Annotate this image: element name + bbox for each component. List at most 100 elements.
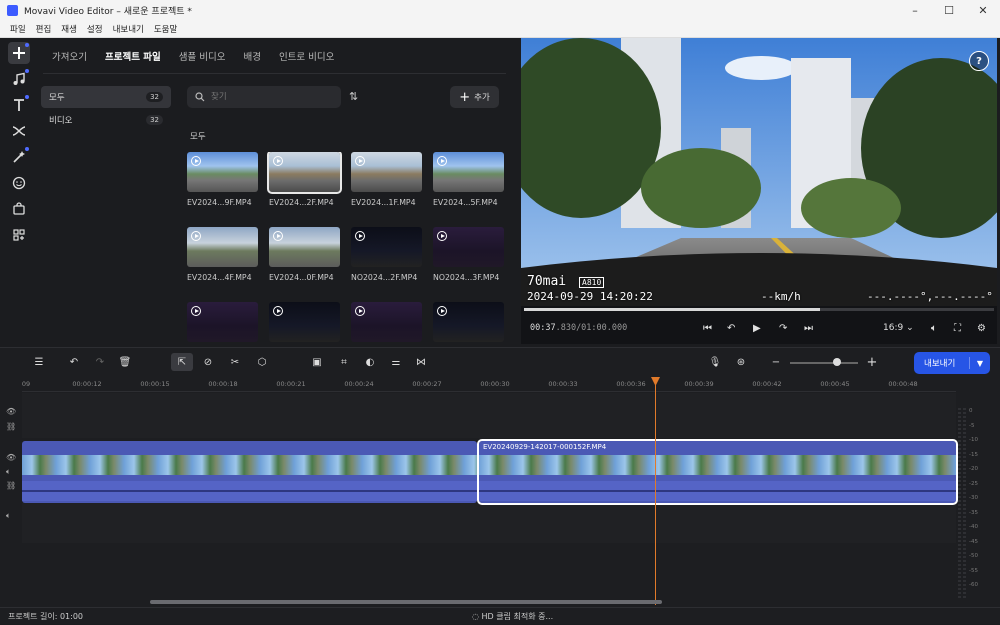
link-icon[interactable]: ⛓︎ xyxy=(6,481,16,490)
add-media-button[interactable]: + 추가 xyxy=(450,86,499,108)
thumbnail-image xyxy=(433,302,504,342)
media-panel: 가져오기 프로젝트 파일 샘플 비디오 배경 인트로 비디오 모두 32 비디오… xyxy=(38,38,516,344)
smiley-icon xyxy=(12,176,26,190)
titles-tool[interactable] xyxy=(8,94,30,116)
tab-project-files[interactable]: 프로젝트 파일 xyxy=(105,49,161,63)
menu-help[interactable]: 도움말 xyxy=(149,23,182,35)
media-thumbnail[interactable]: NO2024...3F.MP4 xyxy=(433,227,505,282)
tab-backgrounds[interactable]: 배경 xyxy=(243,49,260,63)
crop-icon[interactable]: ⌗ xyxy=(336,354,352,370)
thumbnail-image xyxy=(433,227,504,267)
volume-icon[interactable]: 🔈︎ xyxy=(931,323,937,334)
effects-tool[interactable] xyxy=(8,146,30,168)
transition-icon[interactable]: ⋈ xyxy=(413,354,429,370)
zoom-slider-handle[interactable] xyxy=(833,358,841,366)
media-thumbnail[interactable] xyxy=(269,302,341,344)
step-forward-icon[interactable]: ↷ xyxy=(779,323,787,334)
new-indicator xyxy=(25,147,29,151)
file-name: NO2024...3F.MP4 xyxy=(433,273,500,282)
file-name: EV2024...0F.MP4 xyxy=(269,273,334,282)
play-circle-icon xyxy=(191,306,201,316)
play-circle-icon xyxy=(355,306,365,316)
zoom-slider[interactable] xyxy=(790,362,858,364)
stickers-tool[interactable] xyxy=(8,172,30,194)
sort-icon[interactable]: ⇅ xyxy=(349,90,358,103)
media-thumbnail[interactable] xyxy=(351,302,423,344)
select-tool-icon[interactable]: ⇱ xyxy=(171,353,193,371)
video-preview[interactable]: ? 70mai A810 2024-09-29 14:20:22 --km/h … xyxy=(521,38,997,306)
search-input[interactable] xyxy=(211,92,331,102)
play-icon[interactable]: ▶ xyxy=(753,323,761,334)
media-thumbnail[interactable] xyxy=(433,302,505,344)
step-back-icon[interactable]: ↶ xyxy=(727,323,735,334)
plus-icon xyxy=(13,47,25,59)
minimize-button[interactable]: – xyxy=(898,0,932,21)
speaker-icon[interactable]: 🔈︎ xyxy=(6,467,11,477)
aspect-ratio-select[interactable]: 16:9 ⌄ xyxy=(883,323,914,333)
blade-tool-icon[interactable]: ⊘ xyxy=(200,354,216,370)
playback-progress[interactable] xyxy=(524,308,994,311)
undo-icon[interactable]: ↶ xyxy=(66,354,82,370)
media-grid: EV2024...9F.MP4 EV2024...2F.MP4 EV2024...1… xyxy=(187,152,517,344)
settings-gear-icon[interactable]: ⚙ xyxy=(977,323,986,334)
zoom-in-icon[interactable]: + xyxy=(864,354,880,370)
record-voice-icon[interactable]: 🎙︎ xyxy=(707,354,723,370)
help-button[interactable]: ? xyxy=(969,51,989,71)
equalizer-icon[interactable]: ⚌ xyxy=(388,354,404,370)
ruler-tick-label: 00:00:48 xyxy=(888,380,918,388)
tab-import[interactable]: 가져오기 xyxy=(52,49,87,63)
media-thumbnail[interactable]: EV2024...0F.MP4 xyxy=(269,227,341,282)
tab-intro-video[interactable]: 인트로 비디오 xyxy=(279,49,334,63)
redo-icon[interactable]: ↷ xyxy=(92,354,108,370)
time-ruler[interactable]: 09 00:00:12 00:00:15 00:00:18 00:00:21 00:00:… xyxy=(22,378,956,392)
media-thumbnail[interactable] xyxy=(187,302,259,344)
next-frame-icon[interactable]: ⏭ xyxy=(804,323,813,334)
menu-file[interactable]: 파일 xyxy=(5,23,31,35)
import-tool[interactable] xyxy=(8,42,30,64)
video-clip-2[interactable]: EV20240929-142017-000152F.MP4 xyxy=(477,439,958,505)
category-all[interactable]: 모두 32 xyxy=(41,86,171,108)
timeline-scrollbar[interactable] xyxy=(150,600,662,604)
video-clip-1[interactable] xyxy=(22,441,477,503)
maximize-button[interactable]: ☐ xyxy=(932,0,966,21)
export-button[interactable]: 내보내기 ▼ xyxy=(914,352,990,374)
delete-icon[interactable]: 🗑︎ xyxy=(117,354,133,370)
snap-icon[interactable]: ⊛ xyxy=(733,354,749,370)
playhead[interactable] xyxy=(655,377,656,605)
media-thumbnail[interactable]: EV2024...1F.MP4 xyxy=(351,152,423,207)
new-indicator xyxy=(25,43,29,47)
chevron-down-icon[interactable]: ▼ xyxy=(970,359,990,368)
add-track-icon[interactable]: ☰ xyxy=(31,354,47,370)
tab-sample-video[interactable]: 샘플 비디오 xyxy=(179,49,226,63)
previous-frame-icon[interactable]: ⏮ xyxy=(703,323,712,334)
captions-icon[interactable]: ▣ xyxy=(309,354,325,370)
media-thumbnail[interactable]: NO2024...2F.MP4 xyxy=(351,227,423,282)
media-thumbnail[interactable]: EV2024...5F.MP4 xyxy=(433,152,505,207)
search-box xyxy=(187,86,341,108)
zoom-out-icon[interactable]: − xyxy=(768,354,784,370)
menu-playback[interactable]: 재생 xyxy=(56,23,82,35)
color-adjust-icon[interactable]: ◐ xyxy=(362,354,378,370)
transitions-tool[interactable] xyxy=(8,120,30,142)
fullscreen-icon[interactable]: ⛶ xyxy=(954,323,961,334)
cut-icon[interactable]: ✂ xyxy=(227,354,243,370)
link-icon[interactable]: ⛓︎ xyxy=(6,422,16,431)
category-label: 비디오 xyxy=(49,116,73,126)
close-button[interactable]: ✕ xyxy=(966,0,1000,21)
eye-icon[interactable]: 👁︎ xyxy=(6,453,16,462)
store-tool[interactable] xyxy=(8,198,30,220)
menu-export[interactable]: 내보내기 xyxy=(108,23,149,35)
media-thumbnail[interactable]: EV2024...4F.MP4 xyxy=(187,227,259,282)
eye-icon[interactable]: 👁︎ xyxy=(6,407,16,416)
category-video[interactable]: 비디오 32 xyxy=(41,109,171,131)
more-tools[interactable] xyxy=(8,224,30,246)
overlay-lane xyxy=(22,393,956,438)
music-tool[interactable] xyxy=(8,68,30,90)
menu-edit[interactable]: 편집 xyxy=(31,23,57,35)
app-logo-icon xyxy=(7,5,18,16)
menu-settings[interactable]: 설정 xyxy=(82,23,108,35)
speaker-icon[interactable]: 🔈︎ xyxy=(6,511,11,521)
marker-icon[interactable]: ⬡ xyxy=(254,354,270,370)
media-thumbnail[interactable]: EV2024...2F.MP4 xyxy=(267,152,342,207)
media-thumbnail[interactable]: EV2024...9F.MP4 xyxy=(187,152,259,207)
